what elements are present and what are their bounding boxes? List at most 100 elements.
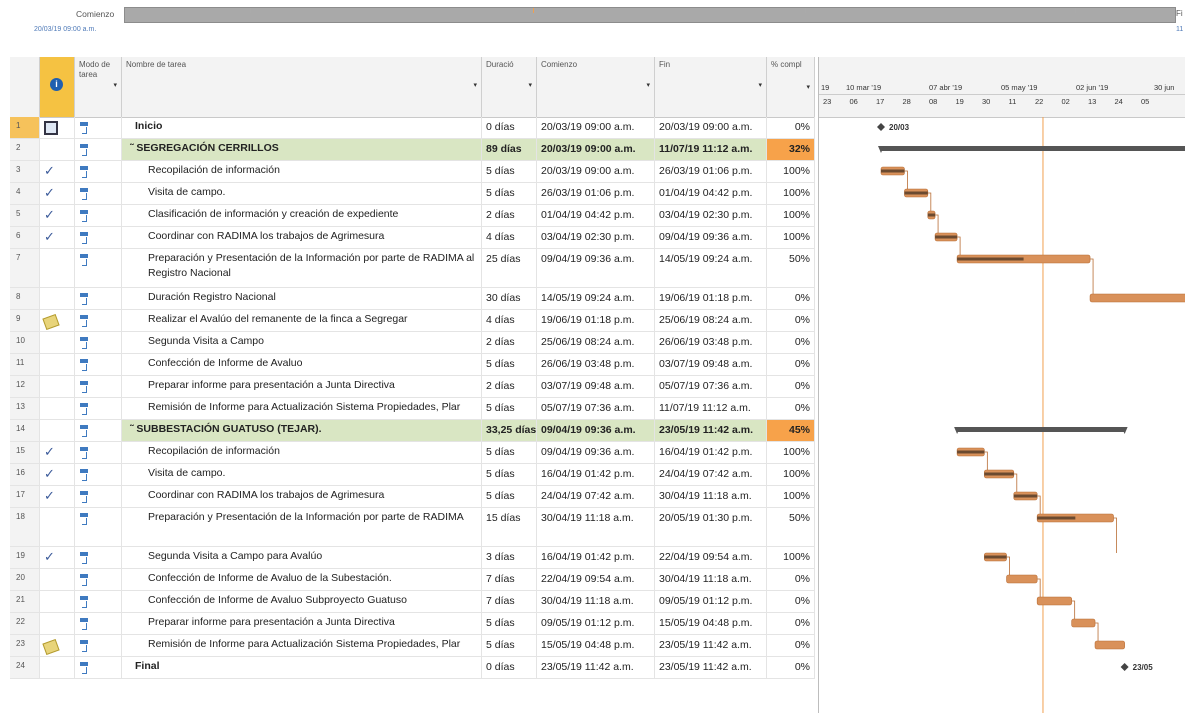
row-start[interactable]: 26/06/19 03:48 p.m. [537,354,655,375]
row-task-mode[interactable] [75,569,122,590]
dropdown-arrow-icon[interactable]: ▾ [113,81,117,91]
table-row[interactable]: 21 Confección de Informe de Avaluo Subpro… [10,591,815,613]
row-task-name[interactable]: Recopilación de información [122,442,482,463]
row-pct[interactable]: 0% [767,569,815,590]
row-pct[interactable]: 100% [767,486,815,507]
row-end[interactable]: 16/04/19 01:42 p.m. [655,442,767,463]
row-start[interactable]: 16/04/19 01:42 p.m. [537,547,655,568]
progress-bar[interactable] [927,213,936,217]
header-id[interactable] [10,57,40,117]
row-task-mode[interactable] [75,376,122,397]
table-row[interactable]: 12 Preparar informe para presentación a J… [10,376,815,398]
row-pct[interactable]: 0% [767,354,815,375]
dependency-link[interactable] [1071,600,1076,619]
header-duration[interactable]: Duració ▾ [482,57,537,117]
row-task-mode[interactable] [75,205,122,226]
dependency-link[interactable] [935,214,939,233]
row-task-name[interactable]: Preparar informe para presentación a Jun… [122,613,482,634]
row-id[interactable]: 17 [10,486,40,507]
row-id[interactable]: 14 [10,420,40,441]
table-row[interactable]: 22 Preparar informe para presentación a J… [10,613,815,635]
row-start[interactable]: 30/04/19 11:18 a.m. [537,591,655,612]
row-task-name[interactable]: Coordinar con RADIMA los trabajos de Agr… [122,486,482,507]
row-task-name[interactable]: Preparación y Presentación de la Informa… [122,249,482,287]
row-end[interactable]: 09/04/19 09:36 a.m. [655,227,767,248]
header-task-mode[interactable]: Modo de tarea ▾ [75,57,122,117]
row-pct[interactable]: 0% [767,591,815,612]
table-row[interactable]: 7 Preparación y Presentación de la Inform… [10,249,815,288]
row-duration[interactable]: 5 días [482,354,537,375]
row-task-name[interactable]: Remisión de Informe para Actualización S… [122,398,482,419]
row-duration[interactable]: 5 días [482,486,537,507]
progress-bar[interactable] [984,472,1014,476]
row-start[interactable]: 01/04/19 04:42 p.m. [537,205,655,226]
row-end[interactable]: 22/04/19 09:54 a.m. [655,547,767,568]
row-duration[interactable]: 0 días [482,657,537,678]
row-task-name[interactable]: Remisión de Informe para Actualización S… [122,635,482,656]
row-end[interactable]: 23/05/19 11:42 a.m. [655,635,767,656]
row-duration[interactable]: 25 días [482,249,537,287]
row-task-mode[interactable] [75,249,122,287]
table-row[interactable]: 14 ˜ SUBBESTACIÓN GUATUSO (TEJAR). 33,25 d… [10,420,815,442]
row-id[interactable]: 10 [10,332,40,353]
row-duration[interactable]: 2 días [482,332,537,353]
row-start[interactable]: 23/05/19 11:42 a.m. [537,657,655,678]
row-task-mode[interactable] [75,442,122,463]
table-row[interactable]: 17 ✓ Coordinar con RADIMA los trabajos de … [10,486,815,508]
table-row[interactable]: 11 Confección de Informe de Avaluo 5 días 2… [10,354,815,376]
row-pct[interactable]: 100% [767,183,815,204]
table-row[interactable]: 1 Inicio 0 días 20/03/19 09:00 a.m. 20/03/19… [10,117,815,139]
row-id[interactable]: 1 [10,117,40,138]
row-start[interactable]: 19/06/19 01:18 p.m. [537,310,655,331]
table-row[interactable]: 20 Confección de Informe de Avaluo de la … [10,569,815,591]
table-row[interactable]: 9 Realizar el Avalúo del remanente de la … [10,310,815,332]
row-duration[interactable]: 5 días [482,161,537,182]
table-row[interactable]: 13 Remisión de Informe para Actualización… [10,398,815,420]
task-bar[interactable] [1094,640,1125,650]
header-end[interactable]: Fin ▾ [655,57,767,117]
row-end[interactable]: 25/06/19 08:24 a.m. [655,310,767,331]
table-row[interactable]: 5 ✓ Clasificación de información y creació… [10,205,815,227]
row-start[interactable]: 30/04/19 11:18 a.m. [537,508,655,546]
dependency-link[interactable] [1037,495,1041,514]
progress-bar[interactable] [957,450,985,454]
dependency-link[interactable] [1013,473,1018,492]
row-duration[interactable]: 2 días [482,376,537,397]
row-pct[interactable]: 0% [767,332,815,353]
row-task-name[interactable]: Confección de Informe de Avaluo Subproye… [122,591,482,612]
row-task-mode[interactable] [75,288,122,309]
row-duration[interactable]: 5 días [482,464,537,485]
task-bar[interactable] [1006,574,1038,584]
row-task-mode[interactable] [75,591,122,612]
row-duration[interactable]: 4 días [482,227,537,248]
row-start[interactable]: 09/05/19 01:12 p.m. [537,613,655,634]
row-task-mode[interactable] [75,464,122,485]
row-task-name[interactable]: ˜ SUBBESTACIÓN GUATUSO (TEJAR). [122,420,482,441]
row-end[interactable]: 15/05/19 04:48 p.m. [655,613,767,634]
row-task-name[interactable]: Confección de Informe de Avaluo [122,354,482,375]
progress-bar[interactable] [984,555,1007,559]
row-start[interactable]: 22/04/19 09:54 a.m. [537,569,655,590]
row-task-name[interactable]: Preparar informe para presentación a Jun… [122,376,482,397]
dropdown-arrow-icon[interactable]: ▾ [473,81,477,89]
row-duration[interactable]: 15 días [482,508,537,546]
progress-bar[interactable] [1013,494,1038,498]
table-row[interactable]: 24 Final 0 días 23/05/19 11:42 a.m. 23/05/19… [10,657,815,679]
row-end[interactable]: 05/07/19 07:36 a.m. [655,376,767,397]
header-start[interactable]: Comienzo ▾ [537,57,655,117]
summary-bar[interactable] [881,146,1185,151]
row-pct[interactable]: 100% [767,547,815,568]
row-id[interactable]: 12 [10,376,40,397]
table-row[interactable]: 2 ˜ SEGREGACIÓN CERRILLOS 89 días 20/03/19 … [10,139,815,161]
dependency-link[interactable] [927,192,932,211]
row-start[interactable]: 05/07/19 07:36 a.m. [537,398,655,419]
gantt-chart[interactable]: 19 10 mar '19 07 abr '19 05 may '19 02 jun '… [818,57,1185,713]
row-task-name[interactable]: Recopilación de información [122,161,482,182]
row-pct[interactable]: 100% [767,464,815,485]
row-task-mode[interactable] [75,398,122,419]
row-duration[interactable]: 4 días [482,310,537,331]
progress-bar[interactable] [904,191,928,195]
milestone-label[interactable]: 23/05 [1133,663,1154,672]
row-start[interactable]: 20/03/19 09:00 a.m. [537,117,655,138]
row-task-mode[interactable] [75,657,122,678]
